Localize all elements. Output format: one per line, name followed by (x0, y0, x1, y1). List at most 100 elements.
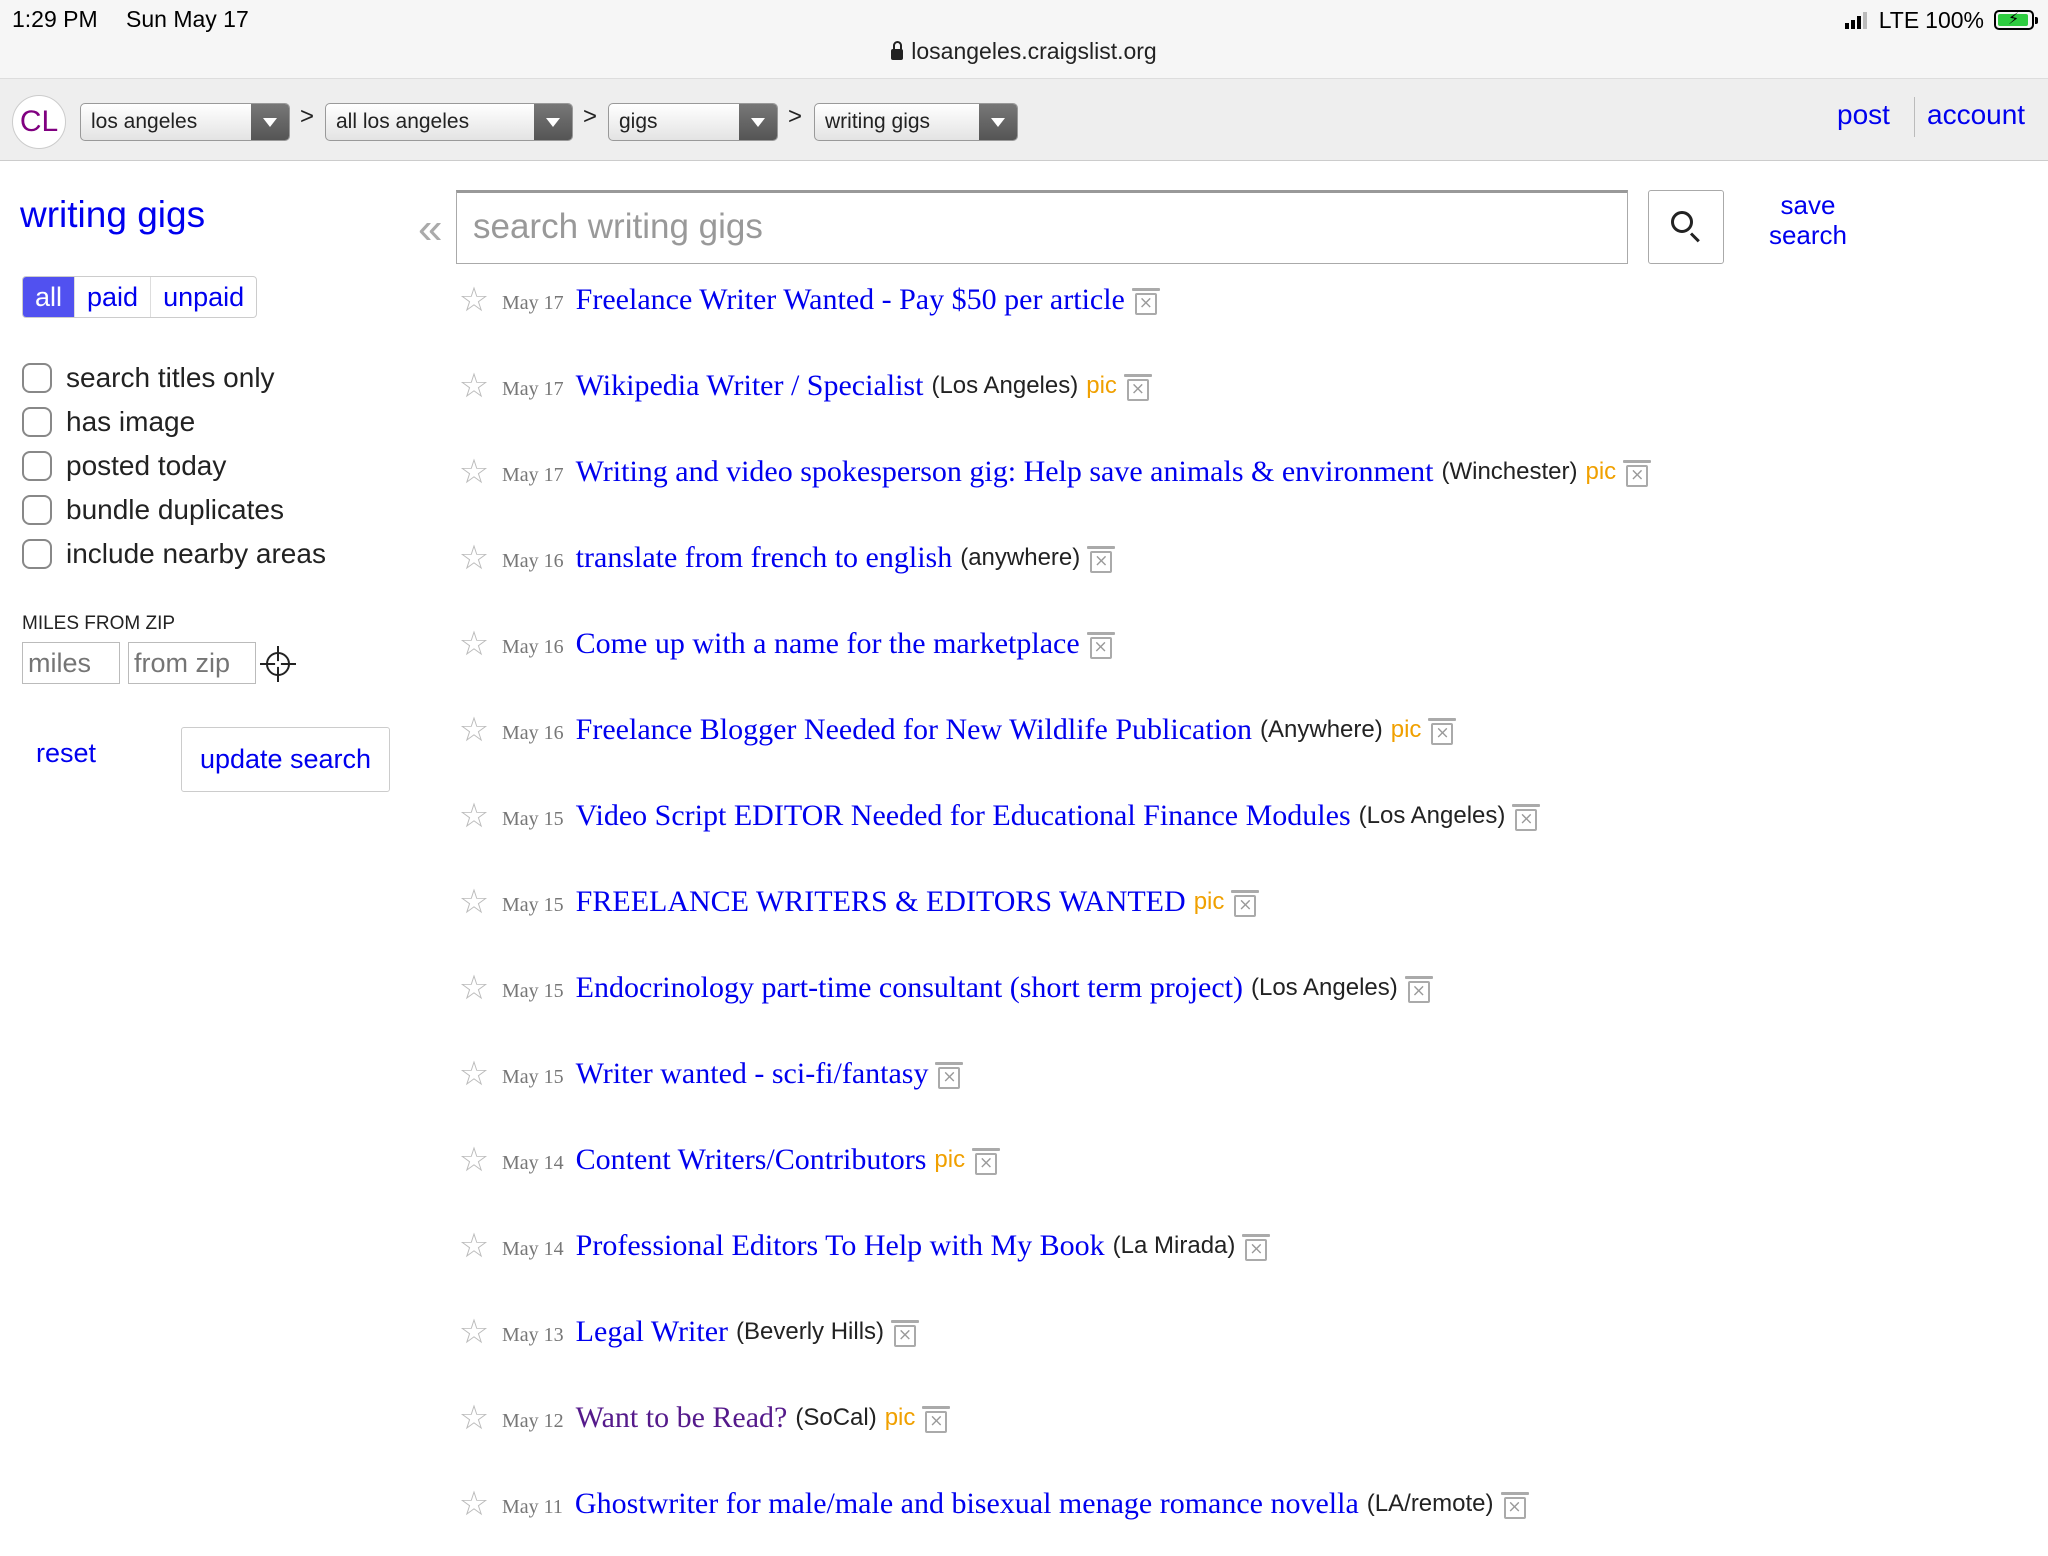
crosshair-icon[interactable] (260, 646, 296, 682)
hide-posting-icon[interactable]: × (1500, 1492, 1529, 1519)
update-search-button[interactable]: update search (181, 727, 390, 792)
collapse-sidebar-icon[interactable]: « (418, 204, 443, 254)
result-title-link[interactable]: Content Writers/Contributors (576, 1143, 927, 1177)
result-title-link[interactable]: Endocrinology part-time consultant (shor… (576, 971, 1243, 1005)
breadcrumb-category-select[interactable]: gigs (608, 103, 778, 141)
result-location: (La Mirada) (1112, 1232, 1236, 1259)
result-row: ☆ May 14 Content Writers/Contributors pic × (456, 1126, 2016, 1212)
star-icon[interactable]: ☆ (456, 1487, 492, 1521)
hide-posting-icon[interactable]: × (1512, 804, 1541, 831)
account-link[interactable]: account (1927, 99, 2025, 131)
result-pic-tag: pic (934, 1146, 966, 1173)
result-location: (LA/remote) (1366, 1490, 1494, 1517)
result-title-link[interactable]: translate from french to english (576, 541, 953, 575)
search-input[interactable]: search writing gigs (456, 190, 1628, 264)
url-bar[interactable]: losangeles.craigslist.org (0, 38, 2048, 65)
star-icon[interactable]: ☆ (456, 1143, 492, 1177)
star-icon[interactable]: ☆ (456, 283, 492, 317)
result-row: ☆ May 13 Legal Writer (Beverly Hills) × (456, 1298, 2016, 1384)
star-icon[interactable]: ☆ (456, 885, 492, 919)
result-row: ☆ May 14 Professional Editors To Help with… (456, 1212, 2016, 1298)
reset-link[interactable]: reset (36, 738, 96, 769)
hide-posting-icon[interactable]: × (891, 1320, 920, 1347)
star-icon[interactable]: ☆ (456, 1401, 492, 1435)
star-icon[interactable]: ☆ (456, 627, 492, 661)
breadcrumb-subcategory-select[interactable]: writing gigs (814, 103, 1018, 141)
result-title-link[interactable]: Come up with a name for the marketplace (576, 627, 1080, 661)
breadcrumb-subarea-label: all los angeles (336, 110, 470, 133)
option-has-image[interactable]: has image (22, 404, 195, 440)
option-label: include nearby areas (66, 538, 326, 569)
zip-input[interactable] (128, 642, 256, 684)
option-search-titles-only[interactable]: search titles only (22, 360, 275, 396)
post-link[interactable]: post (1837, 99, 1890, 131)
star-icon[interactable]: ☆ (456, 799, 492, 833)
result-title-link[interactable]: FREELANCE WRITERS & EDITORS WANTED (576, 885, 1186, 919)
hide-posting-icon[interactable]: × (1623, 460, 1652, 487)
filter-all[interactable]: all (23, 277, 75, 317)
star-icon[interactable]: ☆ (456, 1315, 492, 1349)
save-search-link[interactable]: save search (1748, 190, 1868, 250)
hide-posting-icon[interactable]: × (1086, 632, 1115, 659)
page-title[interactable]: writing gigs (20, 194, 205, 236)
star-icon[interactable]: ☆ (456, 713, 492, 747)
result-title-link[interactable]: Professional Editors To Help with My Boo… (576, 1229, 1105, 1263)
star-icon[interactable]: ☆ (456, 541, 492, 575)
star-icon[interactable]: ☆ (456, 1229, 492, 1263)
result-title-link[interactable]: Freelance Blogger Needed for New Wildlif… (576, 713, 1252, 747)
hide-posting-icon[interactable]: × (922, 1406, 951, 1433)
hide-posting-icon[interactable]: × (935, 1062, 964, 1089)
result-date: May 13 (502, 1323, 564, 1346)
checkbox[interactable] (22, 451, 52, 481)
option-posted-today[interactable]: posted today (22, 448, 226, 484)
battery-icon: ⚡ (1994, 10, 2038, 30)
checkbox[interactable] (22, 495, 52, 525)
filter-paid[interactable]: paid (74, 277, 150, 317)
hide-posting-icon[interactable]: × (1123, 374, 1152, 401)
pay-filter-segmented: all paid unpaid (22, 276, 258, 318)
miles-input[interactable] (22, 642, 120, 684)
breadcrumb-separator: > (300, 103, 315, 130)
hide-posting-icon[interactable]: × (1242, 1234, 1271, 1261)
breadcrumb-area-select[interactable]: los angeles (80, 103, 290, 141)
result-date: May 14 (502, 1151, 564, 1174)
result-title-link[interactable]: Video Script EDITOR Needed for Education… (576, 799, 1351, 833)
star-icon[interactable]: ☆ (456, 1057, 492, 1091)
option-include-nearby-areas[interactable]: include nearby areas (22, 536, 326, 572)
result-title-link[interactable]: Writing and video spokesperson gig: Help… (576, 455, 1434, 489)
craigslist-logo[interactable]: CL (12, 95, 66, 149)
result-title-link[interactable]: Ghostwriter for male/male and bisexual m… (575, 1487, 1359, 1521)
result-title-link[interactable]: Writer wanted - sci-fi/fantasy (576, 1057, 929, 1091)
result-date: May 15 (502, 807, 564, 830)
result-date: May 15 (502, 1065, 564, 1088)
result-pic-tag: pic (1193, 888, 1225, 915)
result-date: May 15 (502, 979, 564, 1002)
star-icon[interactable]: ☆ (456, 369, 492, 403)
star-icon[interactable]: ☆ (456, 455, 492, 489)
result-date: May 16 (502, 549, 564, 572)
result-date: May 14 (502, 1237, 564, 1260)
hide-posting-icon[interactable]: × (1404, 976, 1433, 1003)
hide-posting-icon[interactable]: × (972, 1148, 1001, 1175)
result-title-link[interactable]: Freelance Writer Wanted - Pay $50 per ar… (576, 283, 1125, 317)
search-button[interactable] (1648, 190, 1724, 264)
star-icon[interactable]: ☆ (456, 971, 492, 1005)
result-title-link[interactable]: Want to be Read? (576, 1401, 788, 1435)
result-pic-tag: pic (1585, 458, 1617, 485)
result-title-link[interactable]: Wikipedia Writer / Specialist (576, 369, 924, 403)
checkbox[interactable] (22, 407, 52, 437)
breadcrumb-subarea-select[interactable]: all los angeles (325, 103, 573, 141)
option-bundle-duplicates[interactable]: bundle duplicates (22, 492, 284, 528)
status-date: Sun May 17 (126, 6, 249, 32)
result-row: ☆ May 11 Ghostwriter for male/male and bis… (456, 1470, 2016, 1556)
hide-posting-icon[interactable]: × (1231, 890, 1260, 917)
checkbox[interactable] (22, 539, 52, 569)
result-row: ☆ May 16 translate from french to english (… (456, 524, 2016, 610)
result-title-link[interactable]: Legal Writer (576, 1315, 728, 1349)
battery-percent: 100% (1925, 6, 1984, 33)
hide-posting-icon[interactable]: × (1131, 288, 1160, 315)
checkbox[interactable] (22, 363, 52, 393)
hide-posting-icon[interactable]: × (1428, 718, 1457, 745)
hide-posting-icon[interactable]: × (1087, 546, 1116, 573)
filter-unpaid[interactable]: unpaid (150, 277, 256, 317)
